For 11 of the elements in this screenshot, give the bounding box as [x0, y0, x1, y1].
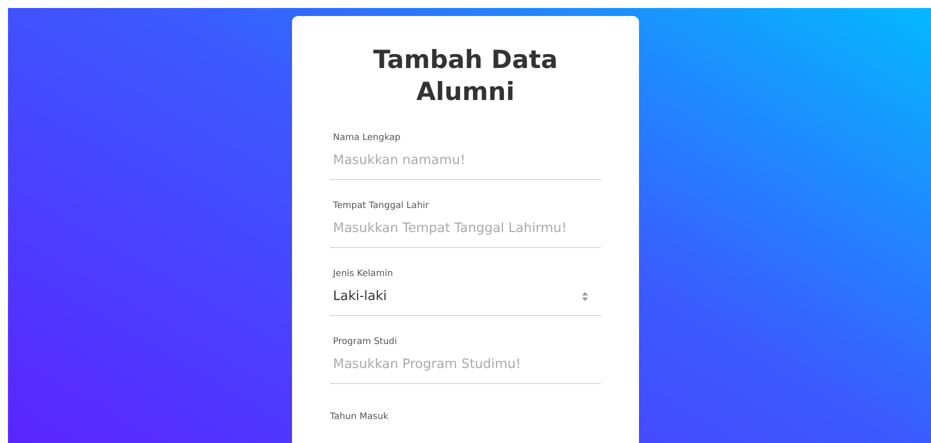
field-label: Program Studi	[332, 336, 398, 348]
input-field[interactable]: Masukkan Program Studimu!	[330, 354, 601, 384]
field-label: Nama Lengkap	[332, 132, 402, 144]
select-field[interactable]: Laki-laki	[330, 286, 601, 316]
field-label: Tempat Tanggal Lahir	[332, 200, 430, 212]
field-label: Jenis Kelamin	[332, 268, 394, 280]
up-down-caret-icon	[582, 292, 588, 301]
form-title: Tambah Data Alumni	[372, 44, 559, 108]
input-field[interactable]: Masukkan Tempat Tanggal Lahirmu!	[330, 218, 601, 248]
input-field[interactable]: Masukkan namamu!	[330, 150, 601, 180]
field-label: Tahun Masuk	[330, 412, 388, 422]
